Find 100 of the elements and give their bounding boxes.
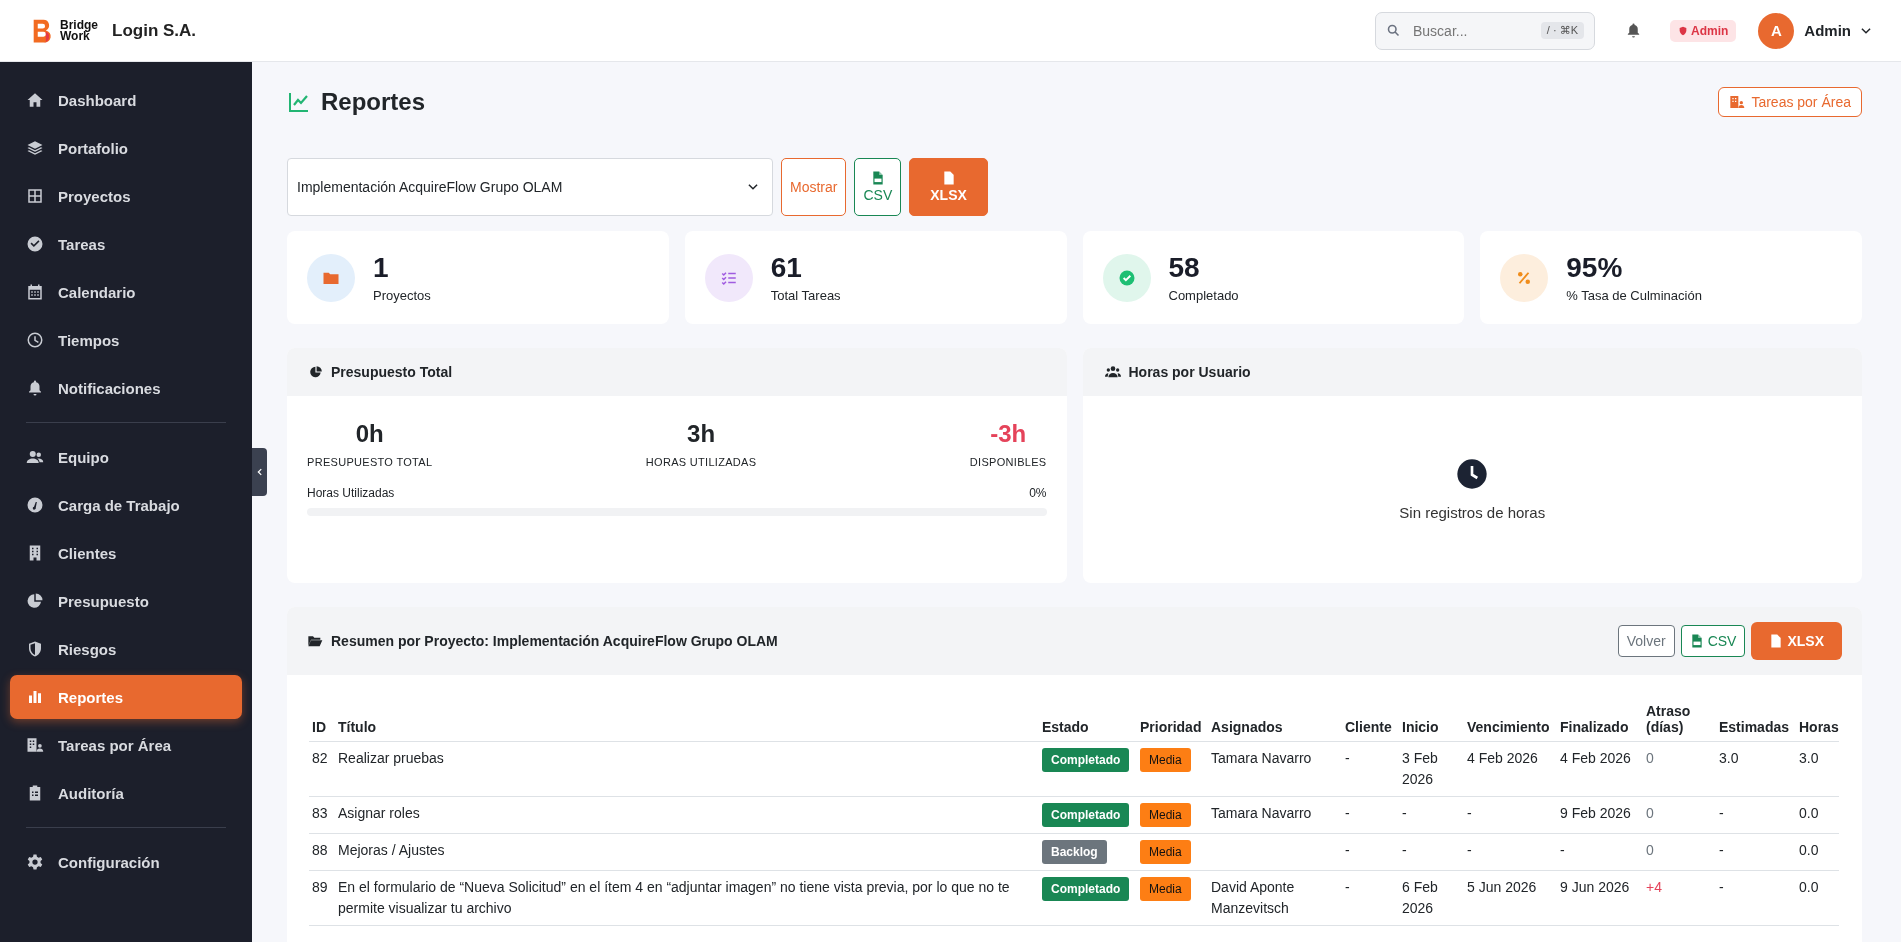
table-cell: En el formulario de “Nueva Solicitud” en el ítem 4 en “adjuntar imagen” no tiene vista previa, por lo que no te permite visualizar tu archivo [335,870,1039,926]
table-cell: - [1716,870,1796,926]
table-cell: 3.0 [1716,741,1796,797]
table-cell: 0.0 [1796,833,1839,871]
table-cell: 0.0 [1796,796,1839,834]
panel-title: Resumen por Proyecto: Implementación AcquireFlow Grupo OLAM [331,633,778,649]
stat-value: 61 [770,252,803,284]
sidebar-item[interactable]: Tareas [10,222,242,266]
collapse-handle[interactable] [252,448,267,496]
table-cell: David Aponte Manzevitsch [1208,870,1342,926]
gear-icon [26,853,44,871]
column-header: Finalizado [1557,699,1643,742]
column-header: Título [335,699,1039,742]
clock-icon [26,331,44,349]
table-cell: - [1399,796,1464,834]
metric-label: PRESUPUESTO TOTAL [307,456,433,468]
pie-chart-icon [26,592,44,610]
sidebar-item[interactable]: Auditoría [10,771,242,815]
stat-label: Total Tareas [770,288,841,303]
sidebar-item[interactable]: Dashboard [10,78,242,122]
csv-button[interactable]: CSV [854,158,902,216]
building-user-icon [1729,94,1746,110]
table-cell: - [1399,833,1464,871]
sidebar-item[interactable]: Tareas por Área [10,723,242,767]
table-cell: Asignar roles [335,796,1039,834]
sidebar-item[interactable]: Proyectos [10,174,242,218]
trend-chart-icon [287,90,311,114]
status-badge: Completado [1042,748,1130,772]
table-cell: Realizar pruebas [335,741,1039,797]
table-cell: 3.0 [1796,741,1839,797]
table-cell: 82 [309,741,335,797]
project-select[interactable]: Implementación AcquireFlow Grupo OLAM [287,158,773,216]
sidebar-item[interactable]: Portafolio [10,126,242,170]
priority-badge: Media [1140,748,1191,772]
bell-icon [1625,22,1642,39]
sidebar-item[interactable]: Riesgos [10,627,242,671]
table-cell: 6 Feb 2026 [1399,870,1464,926]
table-cell: 0 [1643,741,1716,797]
metric-value: 0h [355,420,384,448]
sidebar-item[interactable]: Presupuesto [10,579,242,623]
csv-file-icon [870,171,885,185]
bell-icon [26,379,44,397]
search-input[interactable]: Buscar... [1411,21,1531,40]
sidebar-item[interactable]: Configuración [10,840,242,884]
building-user-icon [26,736,44,754]
table-cell: 5 Jun 2026 [1464,870,1557,926]
home-icon [26,91,44,109]
table-cell: - [1716,833,1796,871]
table-cell: 0 [1643,796,1716,834]
empty-message: Sin registros de horas [1399,504,1546,521]
status-badge: Completado [1042,877,1130,901]
table-cell: - [1464,796,1557,834]
column-header: Cliente [1342,699,1399,742]
user-name[interactable]: Admin [1804,22,1851,39]
users-icon [26,448,44,466]
priority-badge: Media [1140,803,1191,827]
shield-icon [1678,25,1688,36]
sidebar-item[interactable]: Tiempos [10,318,242,362]
table-cell: 3 Feb 2026 [1399,741,1464,797]
column-header: Vencimiento [1464,699,1557,742]
panel-title: Presupuesto Total [331,364,453,380]
sidebar-item[interactable]: Calendario [10,270,242,314]
bar-chart-icon [26,688,44,706]
sidebar-item[interactable]: Notificaciones [10,366,242,410]
logo-text: Bridge [60,19,98,31]
table-cell: 4 Feb 2026 [1464,741,1557,797]
sidebar-item[interactable]: Clientes [10,531,242,575]
back-button[interactable]: Volver [1617,625,1675,657]
table-cell: - [1342,796,1399,834]
pie-chart-icon [309,365,323,379]
stat-value: 58 [1168,252,1201,284]
users-icon [1104,364,1121,380]
priority-badge: Media [1140,840,1191,864]
status-badge: Completado [1042,803,1130,827]
table-cell: Mejoras / Ajustes [335,833,1039,871]
csv-button[interactable]: CSV [1680,625,1746,657]
page-title: Reportes [321,88,426,116]
table-cell: - [1342,833,1399,871]
sidebar-item[interactable]: Equipo [10,435,242,479]
table-cell: - [1464,833,1557,871]
table-cell: 4 Feb 2026 [1557,741,1643,797]
column-header: Estado [1039,699,1137,742]
clock-icon [1456,458,1489,490]
status-badge: Backlog [1042,840,1107,864]
csv-file-icon [1689,634,1704,648]
table-cell: 83 [309,796,335,834]
table-cell: 0.0 [1796,870,1839,926]
progress-label: Horas Utilizadas [307,486,395,500]
sidebar-item[interactable]: Carga de Trabajo [10,483,242,527]
layers-icon [26,139,44,157]
stat-label: Proyectos [373,288,431,303]
gauge-icon [26,496,44,514]
search-field[interactable]: Buscar... / · ⌘K [1375,11,1595,50]
xlsx-file-icon [941,171,956,185]
calendar-icon [26,283,44,301]
column-header: Estimadas [1716,699,1796,742]
metric-label: HORAS UTILIZADAS [645,456,757,468]
table-cell: - [1716,796,1796,834]
table-cell: 88 [309,833,335,871]
table-cell: Tamara Navarro [1208,796,1342,834]
